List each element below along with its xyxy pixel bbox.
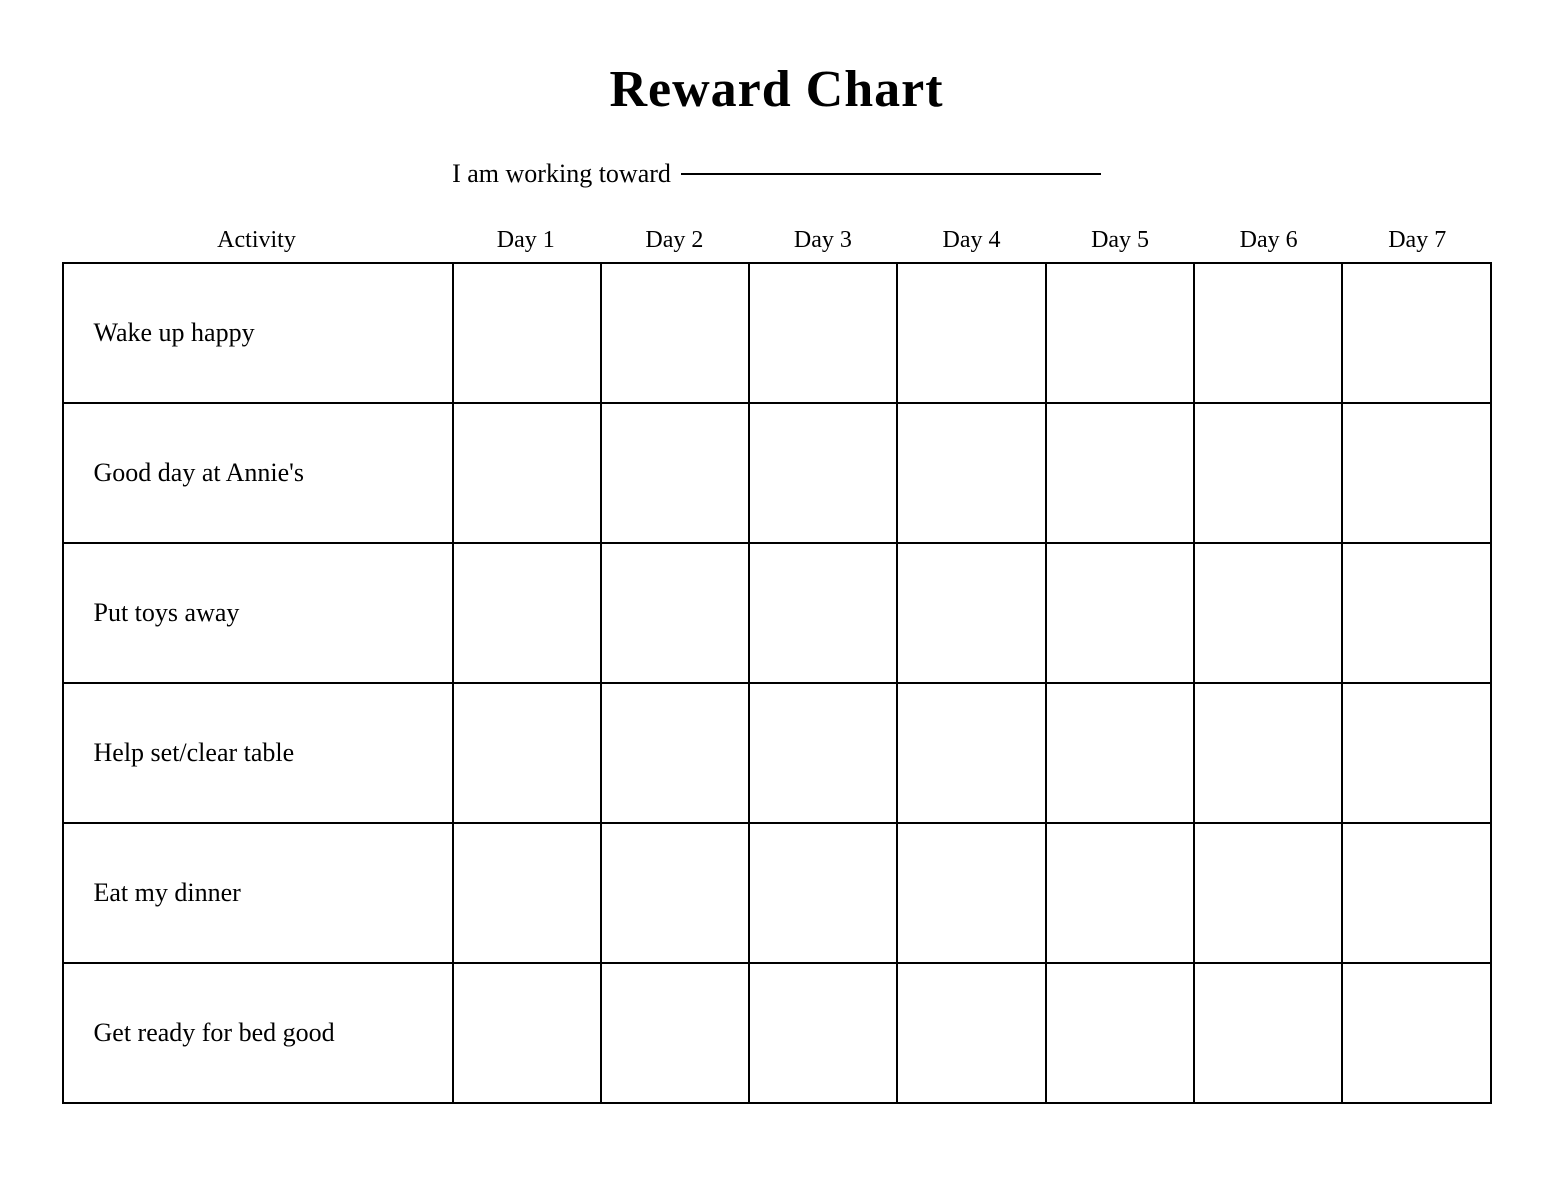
day-cell-row1-day1[interactable] bbox=[453, 403, 601, 543]
day-cell-row4-day2[interactable] bbox=[601, 823, 749, 963]
day-cell-row2-day5[interactable] bbox=[1046, 543, 1194, 683]
activity-cell-4: Eat my dinner bbox=[63, 823, 453, 963]
day-cell-row1-day5[interactable] bbox=[1046, 403, 1194, 543]
table-row: Wake up happy bbox=[63, 263, 1491, 403]
day-cell-row1-day2[interactable] bbox=[601, 403, 749, 543]
table-row: Put toys away bbox=[63, 543, 1491, 683]
table-row: Get ready for bed good bbox=[63, 963, 1491, 1103]
activity-cell-5: Get ready for bed good bbox=[63, 963, 453, 1103]
activity-cell-3: Help set/clear table bbox=[63, 683, 453, 823]
activity-column-header: Activity bbox=[62, 219, 452, 262]
day-cell-row4-day3[interactable] bbox=[749, 823, 897, 963]
table-row: Help set/clear table bbox=[63, 683, 1491, 823]
day-cell-row2-day6[interactable] bbox=[1194, 543, 1342, 683]
day-cell-row2-day7[interactable] bbox=[1342, 543, 1490, 683]
day-cell-row3-day6[interactable] bbox=[1194, 683, 1342, 823]
day-cell-row4-day4[interactable] bbox=[897, 823, 1045, 963]
day-cell-row5-day7[interactable] bbox=[1342, 963, 1490, 1103]
day-cell-row1-day4[interactable] bbox=[897, 403, 1045, 543]
day6-column-header: Day 6 bbox=[1194, 219, 1343, 262]
day-cell-row4-day1[interactable] bbox=[453, 823, 601, 963]
day-cell-row5-day5[interactable] bbox=[1046, 963, 1194, 1103]
day-cell-row0-day5[interactable] bbox=[1046, 263, 1194, 403]
day-cell-row0-day2[interactable] bbox=[601, 263, 749, 403]
day-cell-row3-day2[interactable] bbox=[601, 683, 749, 823]
day-cell-row3-day4[interactable] bbox=[897, 683, 1045, 823]
day-cell-row4-day6[interactable] bbox=[1194, 823, 1342, 963]
day-cell-row5-day4[interactable] bbox=[897, 963, 1045, 1103]
day3-column-header: Day 3 bbox=[749, 219, 898, 262]
day-cell-row4-day7[interactable] bbox=[1342, 823, 1490, 963]
day-cell-row1-day7[interactable] bbox=[1342, 403, 1490, 543]
activity-cell-2: Put toys away bbox=[63, 543, 453, 683]
reward-chart-table: Wake up happyGood day at Annie'sPut toys… bbox=[62, 262, 1492, 1104]
day-cell-row5-day6[interactable] bbox=[1194, 963, 1342, 1103]
day-cell-row0-day7[interactable] bbox=[1342, 263, 1490, 403]
day-cell-row0-day3[interactable] bbox=[749, 263, 897, 403]
day-cell-row0-day1[interactable] bbox=[453, 263, 601, 403]
day2-column-header: Day 2 bbox=[600, 219, 749, 262]
day4-column-header: Day 4 bbox=[897, 219, 1046, 262]
day5-column-header: Day 5 bbox=[1046, 219, 1195, 262]
day-cell-row5-day1[interactable] bbox=[453, 963, 601, 1103]
day-cell-row5-day2[interactable] bbox=[601, 963, 749, 1103]
chart-container: Activity Day 1 Day 2 Day 3 Day 4 Day 5 D… bbox=[62, 219, 1492, 1104]
day-cell-row5-day3[interactable] bbox=[749, 963, 897, 1103]
page-title: Reward Chart bbox=[609, 60, 943, 119]
activity-cell-0: Wake up happy bbox=[63, 263, 453, 403]
day-cell-row2-day3[interactable] bbox=[749, 543, 897, 683]
chart-header-row: Activity Day 1 Day 2 Day 3 Day 4 Day 5 D… bbox=[62, 219, 1492, 262]
day-cell-row3-day1[interactable] bbox=[453, 683, 601, 823]
day-cell-row3-day7[interactable] bbox=[1342, 683, 1490, 823]
day-cell-row3-day5[interactable] bbox=[1046, 683, 1194, 823]
day1-column-header: Day 1 bbox=[452, 219, 601, 262]
day-cell-row1-day3[interactable] bbox=[749, 403, 897, 543]
day-cell-row4-day5[interactable] bbox=[1046, 823, 1194, 963]
subtitle-label: I am working toward bbox=[452, 159, 671, 189]
day-cell-row0-day6[interactable] bbox=[1194, 263, 1342, 403]
day7-column-header: Day 7 bbox=[1343, 219, 1492, 262]
table-row: Eat my dinner bbox=[63, 823, 1491, 963]
day-cell-row2-day4[interactable] bbox=[897, 543, 1045, 683]
day-cell-row1-day6[interactable] bbox=[1194, 403, 1342, 543]
day-cell-row3-day3[interactable] bbox=[749, 683, 897, 823]
subtitle-line bbox=[681, 173, 1101, 175]
day-cell-row2-day1[interactable] bbox=[453, 543, 601, 683]
activity-cell-1: Good day at Annie's bbox=[63, 403, 453, 543]
subtitle-row: I am working toward bbox=[452, 159, 1101, 189]
table-row: Good day at Annie's bbox=[63, 403, 1491, 543]
day-cell-row0-day4[interactable] bbox=[897, 263, 1045, 403]
day-cell-row2-day2[interactable] bbox=[601, 543, 749, 683]
